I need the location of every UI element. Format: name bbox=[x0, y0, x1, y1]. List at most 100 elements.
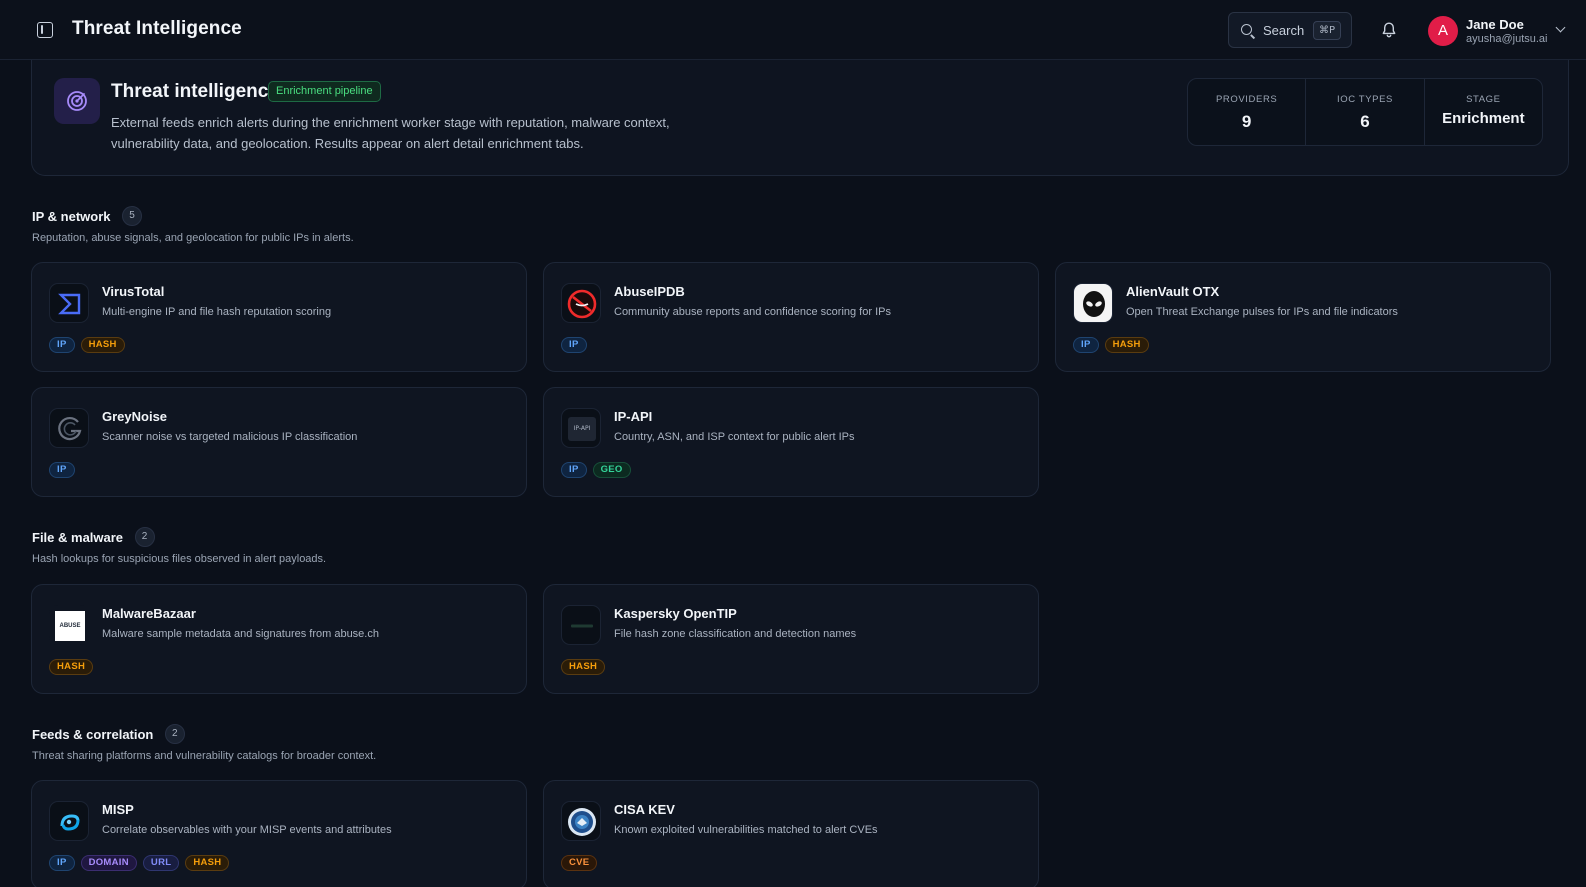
stat-value: 9 bbox=[1241, 112, 1252, 131]
hero-panel: Threat intelligence Enrichment pipeline … bbox=[31, 60, 1569, 176]
tag: HASH bbox=[1104, 337, 1149, 353]
stat-stage: STAGE Enrichment bbox=[1425, 79, 1542, 145]
malwarebazaar-logo-text: ABUSE bbox=[55, 611, 85, 641]
tag-list: CVE bbox=[561, 855, 598, 871]
stat-ioc-types: IOC TYPES 6 bbox=[1306, 79, 1425, 145]
tag: IP bbox=[49, 337, 75, 353]
card-name: Kaspersky OpenTIP bbox=[614, 606, 737, 621]
ip-api-logo-text: IP-API bbox=[568, 417, 596, 441]
provider-card-kaspersky[interactable]: Kaspersky OpenTIP File hash zone classif… bbox=[543, 584, 1039, 694]
kaspersky-logo-icon bbox=[561, 605, 601, 645]
provider-card-virustotal[interactable]: VirusTotal Multi-engine IP and file hash… bbox=[31, 262, 527, 372]
hero-title: Threat intelligence bbox=[111, 81, 279, 102]
card-description: Open Threat Exchange pulses for IPs and … bbox=[1126, 306, 1398, 318]
search-icon bbox=[1241, 24, 1252, 35]
tag: HASH bbox=[561, 659, 606, 675]
greynoise-logo-icon bbox=[49, 408, 89, 448]
tag: CVE bbox=[561, 855, 598, 871]
tag: IP bbox=[1073, 337, 1099, 353]
page-title: Threat Intelligence bbox=[72, 18, 242, 39]
tag-list: IP bbox=[49, 462, 75, 478]
tag: IP bbox=[49, 462, 75, 478]
bell-icon[interactable] bbox=[1382, 22, 1396, 38]
sidebar-toggle-icon[interactable] bbox=[37, 22, 53, 38]
card-description: Country, ASN, and ISP context for public… bbox=[614, 431, 855, 443]
card-name: MISP bbox=[102, 802, 134, 817]
tag-list: HASH bbox=[49, 659, 94, 675]
status-badge: Enrichment pipeline bbox=[268, 81, 381, 102]
card-name: IP-API bbox=[614, 409, 653, 424]
stat-label: IOC TYPES bbox=[1337, 94, 1393, 105]
card-name: AbuseIPDB bbox=[614, 284, 685, 299]
stat-value: 6 bbox=[1360, 112, 1370, 131]
virustotal-logo-icon bbox=[49, 283, 89, 323]
tag: URL bbox=[142, 855, 180, 871]
abuseipdb-logo-icon bbox=[561, 283, 601, 323]
top-bar: Threat Intelligence Search ⌘P A Jane Doe… bbox=[0, 0, 1586, 60]
card-description: Known exploited vulnerabilities matched … bbox=[614, 824, 878, 836]
card-name: GreyNoise bbox=[102, 409, 168, 424]
provider-card-cisa-kev[interactable]: CISA KEV Known exploited vulnerabilities… bbox=[543, 780, 1039, 887]
provider-card-abuseipdb[interactable]: AbuseIPDB Community abuse reports and co… bbox=[543, 262, 1039, 372]
section-description: Hash lookups for suspicious files observ… bbox=[32, 553, 327, 565]
cisa-logo-icon bbox=[561, 801, 601, 841]
section-header-ip-network: IP & network 5 Reputation, abuse signals… bbox=[32, 206, 354, 244]
card-description: Community abuse reports and confidence s… bbox=[614, 306, 891, 318]
tag-list: IP GEO bbox=[561, 462, 631, 478]
stat-label: PROVIDERS bbox=[1215, 94, 1278, 105]
tag-list: IP DOMAIN URL HASH bbox=[49, 855, 230, 871]
tag-list: IP bbox=[561, 337, 587, 353]
tag-list: IP HASH bbox=[1073, 337, 1149, 353]
provider-card-greynoise[interactable]: GreyNoise Scanner noise vs targeted mali… bbox=[31, 387, 527, 497]
card-name: MalwareBazaar bbox=[102, 606, 196, 621]
count-badge: 5 bbox=[121, 206, 142, 226]
section-title: IP & network bbox=[32, 208, 111, 224]
tag: HASH bbox=[185, 855, 230, 871]
search-label: Search bbox=[1263, 23, 1305, 38]
card-description: Correlate observables with your MISP eve… bbox=[102, 824, 392, 836]
tag-list: IP HASH bbox=[49, 337, 125, 353]
section-header-feeds-correlation: Feeds & correlation 2 Threat sharing pla… bbox=[32, 724, 376, 762]
chevron-down-icon[interactable] bbox=[1555, 22, 1566, 33]
radar-icon bbox=[54, 78, 100, 124]
section-header-file-malware: File & malware 2 Hash lookups for suspic… bbox=[32, 527, 326, 565]
card-description: Scanner noise vs targeted malicious IP c… bbox=[102, 431, 358, 443]
card-description: Multi-engine IP and file hash reputation… bbox=[102, 306, 332, 318]
provider-card-ip-api[interactable]: IP-API IP-API Country, ASN, and ISP cont… bbox=[543, 387, 1039, 497]
tag-list: HASH bbox=[561, 659, 606, 675]
section-description: Reputation, abuse signals, and geolocati… bbox=[32, 232, 354, 244]
count-badge: 2 bbox=[134, 527, 155, 547]
tag: HASH bbox=[80, 337, 125, 353]
malwarebazaar-logo-icon: ABUSE bbox=[49, 605, 89, 645]
tag: IP bbox=[561, 462, 587, 478]
avatar[interactable]: A bbox=[1428, 16, 1458, 46]
stat-label: STAGE bbox=[1466, 94, 1501, 105]
provider-card-misp[interactable]: MISP Correlate observables with your MIS… bbox=[31, 780, 527, 887]
tag: DOMAIN bbox=[80, 855, 137, 871]
card-name: AlienVault OTX bbox=[1126, 284, 1220, 299]
count-badge: 2 bbox=[164, 724, 185, 744]
card-name: VirusTotal bbox=[102, 284, 165, 299]
stat-providers: PROVIDERS 9 bbox=[1188, 79, 1307, 145]
search-button[interactable]: Search ⌘P bbox=[1228, 12, 1352, 48]
tag: GEO bbox=[592, 462, 631, 478]
misp-logo-icon bbox=[49, 801, 89, 841]
card-description: File hash zone classification and detect… bbox=[614, 628, 857, 640]
stat-value: Enrichment bbox=[1442, 110, 1525, 127]
user-name: Jane Doe bbox=[1466, 17, 1524, 32]
tag: HASH bbox=[49, 659, 94, 675]
hero-description: External feeds enrich alerts during the … bbox=[111, 115, 670, 151]
ip-api-logo-icon: IP-API bbox=[561, 408, 601, 448]
tag: IP bbox=[49, 855, 75, 871]
tag: IP bbox=[561, 337, 587, 353]
section-description: Threat sharing platforms and vulnerabili… bbox=[32, 750, 377, 762]
provider-card-malwarebazaar[interactable]: ABUSE MalwareBazaar Malware sample metad… bbox=[31, 584, 527, 694]
alienvault-logo-icon bbox=[1073, 283, 1113, 323]
section-title: Feeds & correlation bbox=[32, 726, 154, 742]
stats-panel: PROVIDERS 9 IOC TYPES 6 STAGE Enrichment bbox=[1187, 78, 1543, 146]
search-shortcut: ⌘P bbox=[1313, 21, 1341, 40]
card-description: Malware sample metadata and signatures f… bbox=[102, 628, 379, 640]
user-email: ayusha@jutsu.ai bbox=[1466, 33, 1548, 45]
provider-card-alienvault[interactable]: AlienVault OTX Open Threat Exchange puls… bbox=[1055, 262, 1551, 372]
section-title: File & malware bbox=[32, 529, 124, 545]
